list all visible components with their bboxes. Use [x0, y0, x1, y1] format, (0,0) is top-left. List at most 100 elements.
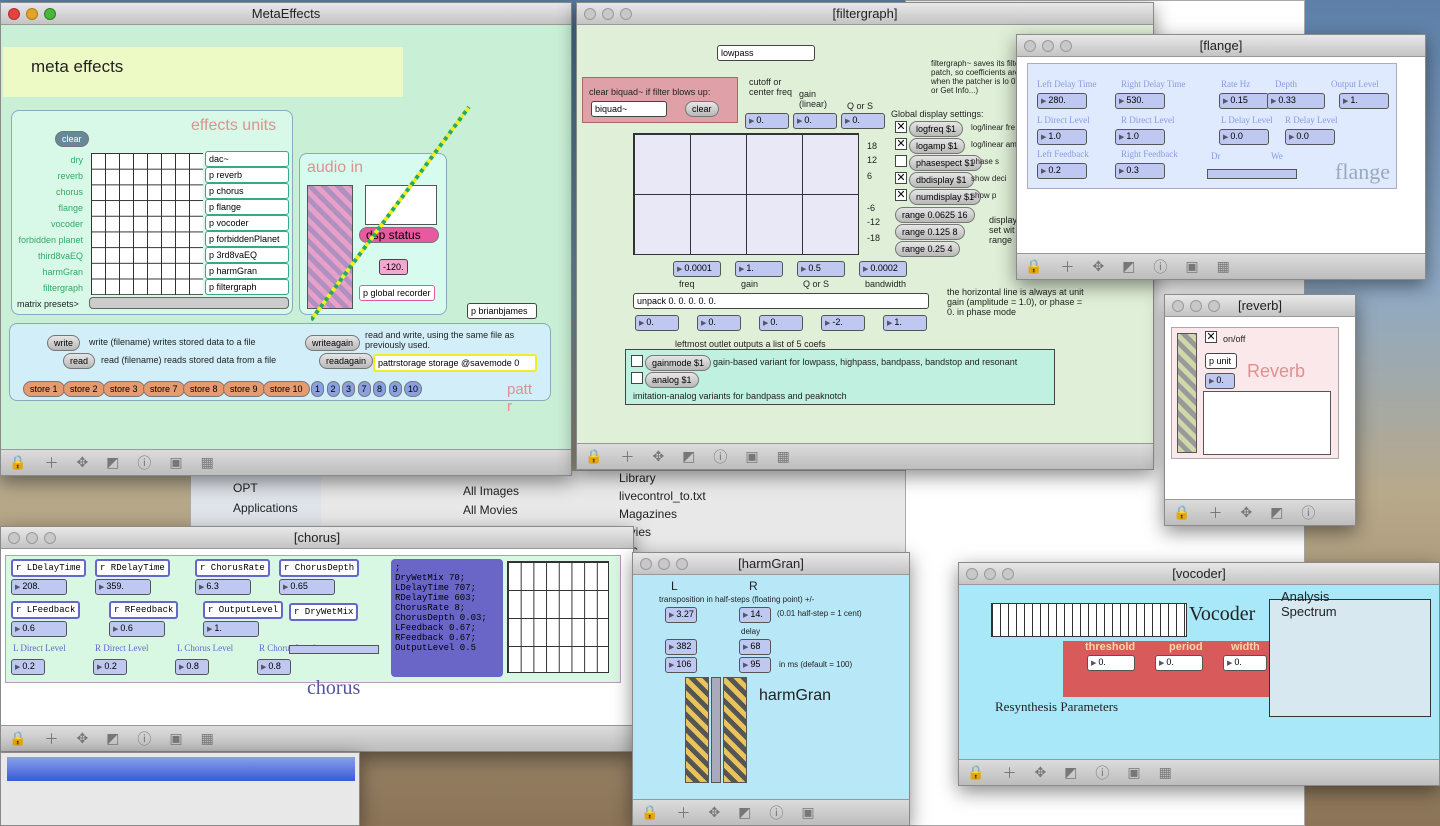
delay-left[interactable]: 382: [665, 639, 697, 655]
info-icon[interactable]: ⓘ: [713, 447, 727, 467]
piano-keyboard[interactable]: [991, 603, 1187, 637]
fader-mid[interactable]: [711, 677, 721, 783]
gainmode-msg[interactable]: gainmode $1: [645, 355, 712, 371]
effect-object[interactable]: dac~: [205, 151, 289, 167]
recall-button[interactable]: 1: [311, 381, 325, 397]
effect-object[interactable]: p chorus: [205, 183, 289, 199]
chart-icon[interactable]: ◩: [1270, 504, 1283, 521]
mode-select[interactable]: lowpass: [717, 45, 815, 61]
period-number[interactable]: 0.: [1155, 655, 1203, 671]
finder-item-opt[interactable]: OPT: [233, 481, 258, 495]
effect-object[interactable]: p reverb: [205, 167, 289, 183]
finder-item-library[interactable]: Library: [619, 471, 656, 485]
coef-number[interactable]: 1.: [883, 315, 927, 331]
layers-icon[interactable]: ▣: [801, 804, 814, 821]
recall-button[interactable]: 9: [388, 381, 402, 397]
finder-item-mags[interactable]: Magazines: [619, 507, 677, 521]
reverb-number[interactable]: 0.: [1205, 373, 1235, 389]
ms-right[interactable]: 95: [739, 657, 771, 673]
receive-obj[interactable]: r OutputLevel: [203, 601, 284, 619]
readagain-button[interactable]: readagain: [319, 353, 374, 369]
threshold-number[interactable]: 0.: [1087, 655, 1135, 671]
chorus-number[interactable]: 6.3: [195, 579, 251, 595]
move-icon[interactable]: ✥: [652, 448, 664, 465]
grid-icon[interactable]: ▦: [1159, 764, 1172, 781]
output-number[interactable]: 0.5: [797, 261, 845, 277]
chorus-number[interactable]: 1.: [203, 621, 259, 637]
store-button[interactable]: store 7: [143, 381, 185, 397]
effect-object[interactable]: p forbiddenPlanet: [205, 231, 289, 247]
lock-icon[interactable]: 🔒: [967, 764, 984, 781]
move-icon[interactable]: ✥: [708, 804, 720, 821]
info-icon[interactable]: ⓘ: [1301, 503, 1315, 523]
flange-number[interactable]: 0.2: [1037, 163, 1087, 179]
level-number[interactable]: 0.8: [257, 659, 291, 675]
chart-icon[interactable]: ◩: [1064, 764, 1077, 781]
display-msg[interactable]: dbdisplay $1: [909, 172, 974, 188]
add-icon[interactable]: ＋: [44, 729, 58, 749]
pattrstorage-obj[interactable]: pattrstorage storage @savemode 0: [373, 354, 537, 372]
chorus-number[interactable]: 0.6: [11, 621, 67, 637]
chart-icon[interactable]: ◩: [682, 448, 695, 465]
zoom-icon[interactable]: [44, 532, 56, 544]
width-number[interactable]: 0.: [1223, 655, 1267, 671]
effect-object[interactable]: p harmGran: [205, 263, 289, 279]
display-checkbox[interactable]: ✕: [895, 138, 907, 150]
chorus-number[interactable]: 0.65: [279, 579, 335, 595]
flange-number[interactable]: 1.0: [1037, 129, 1087, 145]
gainmode-checkbox[interactable]: [631, 355, 643, 367]
add-icon[interactable]: ＋: [620, 447, 634, 467]
lock-icon[interactable]: 🔒: [9, 454, 26, 471]
grid-icon[interactable]: ▦: [201, 454, 214, 471]
move-icon[interactable]: ✥: [1034, 764, 1046, 781]
finder-item-images[interactable]: All Images: [463, 484, 519, 498]
close-icon[interactable]: [8, 8, 20, 20]
brianbjames-obj[interactable]: p brianbjames: [467, 303, 537, 319]
flange-number[interactable]: 0.0: [1285, 129, 1335, 145]
chorus-grid[interactable]: [507, 561, 609, 673]
minimize-icon[interactable]: [658, 558, 670, 570]
ms-left[interactable]: 106: [665, 657, 697, 673]
minimize-icon[interactable]: [1190, 300, 1202, 312]
grid-icon[interactable]: ▦: [777, 448, 790, 465]
flange-number[interactable]: 0.0: [1219, 129, 1269, 145]
chorus-number[interactable]: 0.6: [109, 621, 165, 637]
receive-obj[interactable]: r LFeedback: [11, 601, 81, 619]
q-number[interactable]: 0.: [841, 113, 885, 129]
reverb-dial[interactable]: [1203, 391, 1331, 455]
store-button[interactable]: store 10: [263, 381, 310, 397]
level-number[interactable]: 0.2: [11, 659, 45, 675]
trans-left[interactable]: 3.27: [665, 607, 697, 623]
finder-item-live[interactable]: livecontrol_to.txt: [619, 489, 706, 503]
lock-icon[interactable]: 🔒: [585, 448, 602, 465]
reverb-fader[interactable]: [1177, 333, 1197, 453]
add-icon[interactable]: ＋: [1002, 763, 1016, 783]
cutoff-number[interactable]: 0.: [745, 113, 789, 129]
move-icon[interactable]: ✥: [76, 454, 88, 471]
recall-button[interactable]: 8: [373, 381, 387, 397]
range-msg[interactable]: range 0.125 8: [895, 224, 965, 240]
flange-number[interactable]: 0.3: [1115, 163, 1165, 179]
filter-graph[interactable]: [633, 133, 859, 255]
receive-obj[interactable]: r ChorusDepth: [279, 559, 360, 577]
store-button[interactable]: store 9: [223, 381, 265, 397]
receive-obj[interactable]: r LDelayTime: [11, 559, 86, 577]
flange-number[interactable]: 1.0: [1115, 129, 1165, 145]
zoom-icon[interactable]: [620, 8, 632, 20]
receive-obj[interactable]: r DryWetMix: [289, 603, 359, 621]
display-msg[interactable]: logfreq $1: [909, 121, 964, 137]
add-icon[interactable]: ＋: [676, 803, 690, 823]
layers-icon[interactable]: ▣: [169, 730, 182, 747]
minimize-icon[interactable]: [26, 532, 38, 544]
recall-button[interactable]: 3: [342, 381, 356, 397]
flange-number[interactable]: 0.15: [1219, 93, 1269, 109]
coef-number[interactable]: 0.: [635, 315, 679, 331]
flange-number[interactable]: 530.: [1115, 93, 1165, 109]
fader-right[interactable]: [723, 677, 747, 783]
add-icon[interactable]: ＋: [1208, 503, 1222, 523]
flange-number[interactable]: 1.: [1339, 93, 1389, 109]
effect-object[interactable]: p filtergraph: [205, 279, 289, 295]
onoff-checkbox[interactable]: ✕: [1205, 331, 1217, 343]
trans-right[interactable]: 14.: [739, 607, 771, 623]
effect-object[interactable]: p flange: [205, 199, 289, 215]
